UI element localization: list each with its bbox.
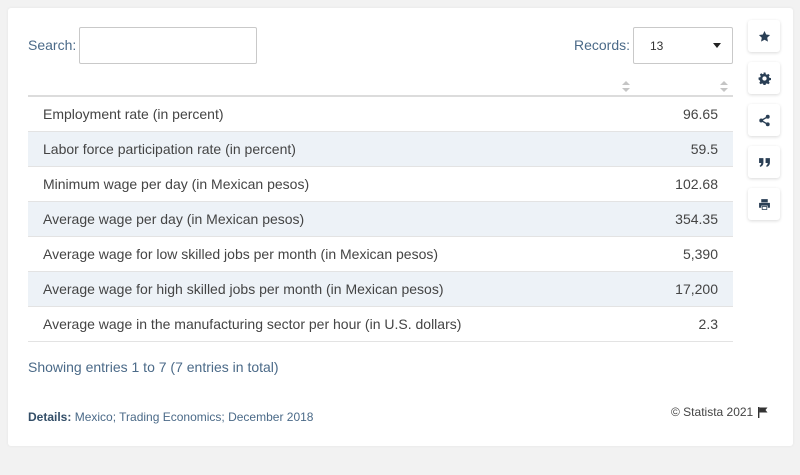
row-label: Average wage in the manufacturing sector… [43, 316, 462, 332]
table-row: Average wage for low skilled jobs per mo… [28, 237, 733, 272]
row-label: Labor force participation rate (in perce… [43, 141, 296, 157]
table-row: Minimum wage per day (in Mexican pesos) … [28, 167, 733, 202]
row-value: 96.65 [682, 106, 718, 122]
details-source-link[interactable]: Mexico; Trading Economics; December 2018 [75, 410, 314, 424]
details-label: Details: [28, 410, 72, 424]
row-value: 2.3 [698, 316, 718, 332]
sort-icon-label-column[interactable] [622, 81, 630, 93]
table-row: Labor force participation rate (in perce… [28, 132, 733, 167]
row-value: 354.35 [675, 211, 718, 227]
records-select[interactable]: 13 [633, 27, 733, 64]
gear-icon [758, 72, 771, 85]
row-value: 17,200 [675, 281, 718, 297]
print-button[interactable] [748, 188, 780, 220]
data-table: Employment rate (in percent) 96.65 Labor… [28, 97, 733, 342]
details-line: Details: Mexico; Trading Economics; Dece… [28, 410, 313, 424]
row-label: Employment rate (in percent) [43, 106, 224, 122]
table-row: Average wage for high skilled jobs per m… [28, 272, 733, 307]
copyright: © Statista 2021 [671, 405, 768, 419]
chevron-down-icon [713, 43, 721, 48]
search-label: Search: [28, 37, 77, 53]
records-label: Records: [574, 37, 631, 53]
row-value: 5,390 [682, 246, 718, 262]
sort-icon-value-column[interactable] [720, 81, 728, 93]
row-value: 59.5 [690, 141, 718, 157]
row-label: Average wage for low skilled jobs per mo… [43, 246, 439, 262]
row-label: Average wage for high skilled jobs per m… [43, 281, 444, 297]
flag-icon[interactable] [758, 406, 768, 418]
share-icon [758, 114, 770, 126]
action-sidebar [748, 20, 780, 230]
table-row: Average wage per day (in Mexican pesos) … [28, 202, 733, 237]
cite-button[interactable] [748, 146, 780, 178]
table-row: Employment rate (in percent) 96.65 [28, 97, 733, 132]
row-label: Minimum wage per day (in Mexican pesos) [43, 176, 310, 192]
bookmark-button[interactable] [748, 20, 780, 52]
table-row: Average wage in the manufacturing sector… [28, 307, 733, 342]
share-button[interactable] [748, 104, 780, 136]
entries-summary: Showing entries 1 to 7 (7 entries in tot… [28, 359, 279, 375]
records-selected-value: 13 [650, 39, 664, 53]
quote-icon [758, 157, 770, 167]
search-input[interactable] [79, 27, 257, 64]
settings-button[interactable] [748, 62, 780, 94]
print-icon [758, 198, 770, 210]
star-icon [758, 30, 770, 42]
row-value: 102.68 [675, 176, 718, 192]
statistic-card: Search: Records: 13 Employment rate (in … [8, 8, 793, 446]
row-label: Average wage per day (in Mexican pesos) [43, 211, 305, 227]
copyright-text: © Statista 2021 [671, 405, 754, 419]
